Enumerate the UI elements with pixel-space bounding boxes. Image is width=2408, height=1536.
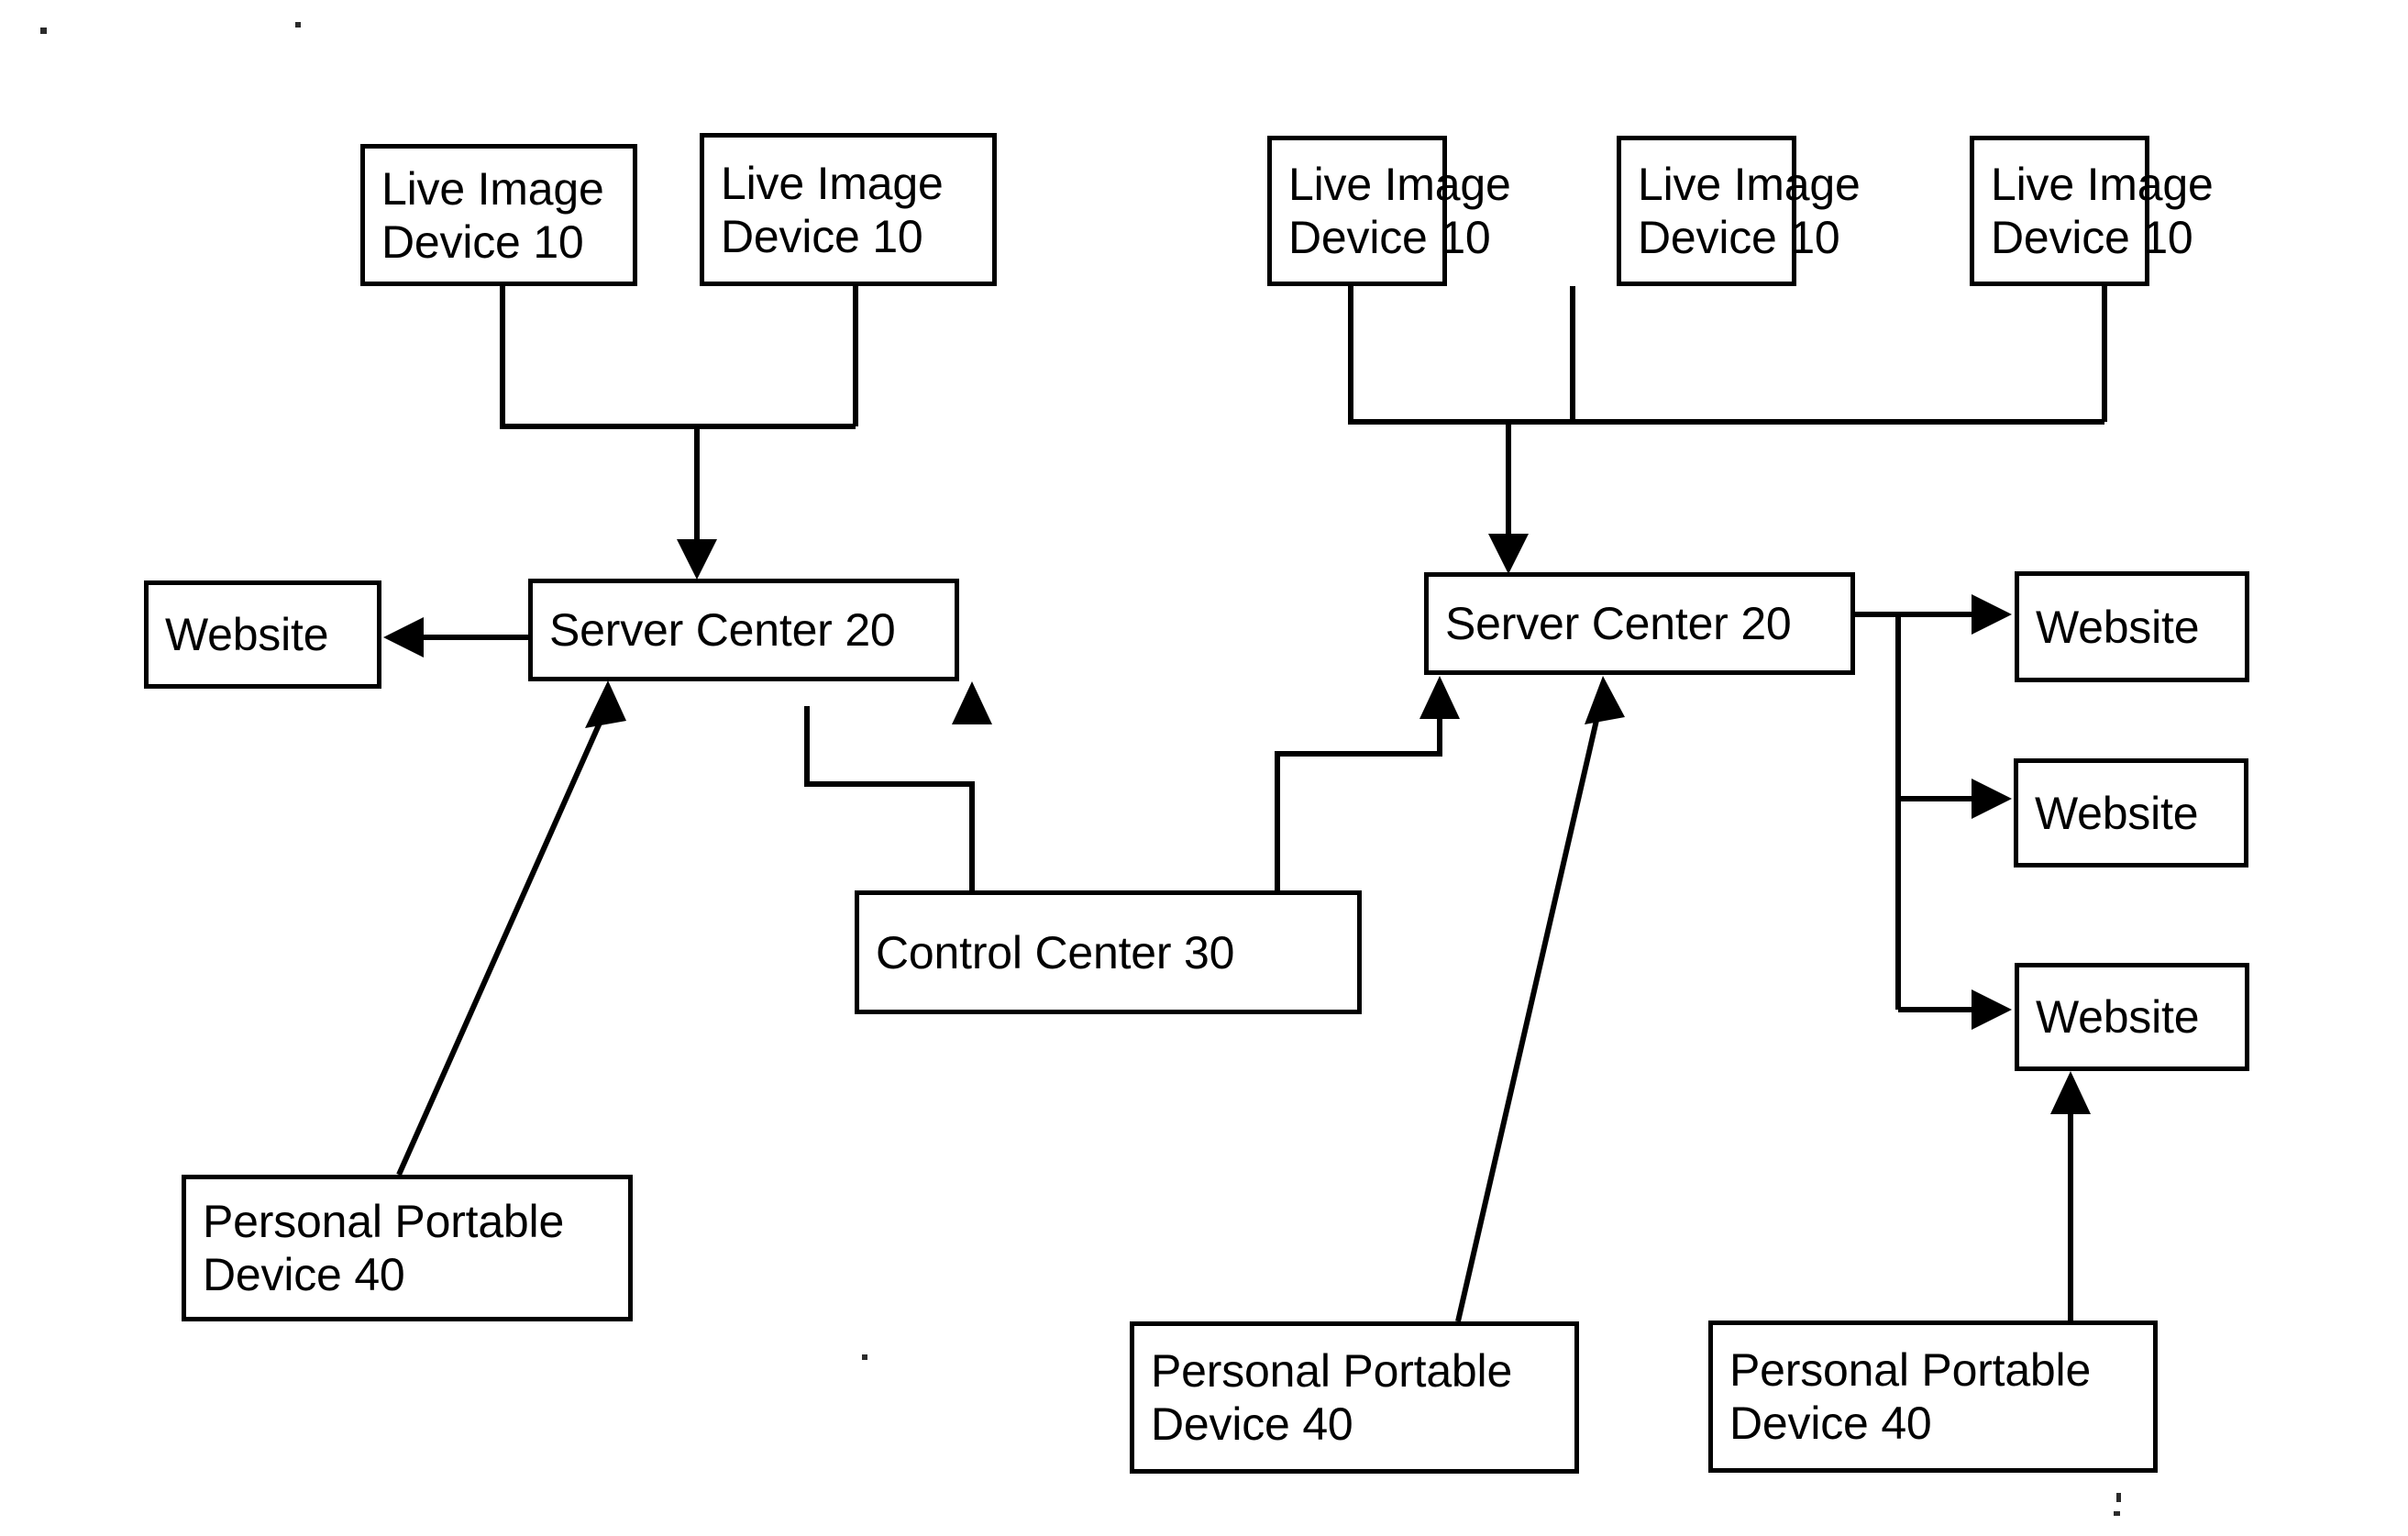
arrowhead-cc-right xyxy=(1419,676,1460,719)
arrowhead-cc-left xyxy=(952,681,992,724)
arrowhead-right-sc-in xyxy=(1488,534,1529,574)
wire-mid-ppd-sc xyxy=(1455,703,1603,1322)
personal-portable-device-box-right[interactable]: Personal Portable Device 40 xyxy=(1708,1321,2158,1473)
server-center-label: Server Center 20 xyxy=(549,604,896,656)
server-center-box-right[interactable]: Server Center 20 xyxy=(1424,572,1855,675)
wire-cc-right-sc xyxy=(1275,704,1442,892)
live-image-device-box-right-3[interactable]: Live Image Device 10 xyxy=(1970,136,2214,286)
personal-portable-device-box-left[interactable]: Personal Portable Device 40 xyxy=(182,1175,633,1321)
website-label: Website xyxy=(2036,991,2200,1043)
wire-right-lid-bus xyxy=(1348,286,2104,425)
wire-right-sc-trunk xyxy=(1855,612,1901,1010)
personal-portable-device-label-line1: Personal Portable xyxy=(203,1196,565,1247)
diagram-canvas: Live Image Device 10 Live Image Device 1… xyxy=(0,0,2408,1536)
control-center-label: Control Center 30 xyxy=(876,926,1235,978)
wire-cc-left-sc xyxy=(804,706,975,892)
live-image-device-label-line1: Live Image xyxy=(1638,159,1861,210)
live-image-device-box-left-1[interactable]: Live Image Device 10 xyxy=(360,144,637,286)
arrowhead-left-ppd xyxy=(585,680,626,728)
live-image-device-label-line2: Device 10 xyxy=(1288,212,1491,263)
arrowhead-left-website xyxy=(383,617,424,657)
arrowhead-website2 xyxy=(1972,779,2012,819)
website-label: Website xyxy=(2036,601,2200,653)
arrowhead-website3 xyxy=(1972,989,2012,1030)
website-label: Website xyxy=(2035,787,2199,839)
server-center-label: Server Center 20 xyxy=(1445,598,1792,649)
personal-portable-device-label-line2: Device 40 xyxy=(1729,1398,1932,1449)
arrowhead-mid-ppd xyxy=(1585,676,1625,724)
live-image-device-label-line2: Device 10 xyxy=(381,215,584,268)
scan-speck-bottom-right-a xyxy=(2116,1493,2121,1502)
website-box-right-3[interactable]: Website xyxy=(2015,963,2249,1071)
personal-portable-device-label-line2: Device 40 xyxy=(1151,1398,1353,1450)
live-image-device-label-line1: Live Image xyxy=(381,162,604,215)
personal-portable-device-label-line1: Personal Portable xyxy=(1151,1345,1513,1397)
live-image-device-label-line1: Live Image xyxy=(1288,159,1511,210)
live-image-device-label-line2: Device 10 xyxy=(1638,212,1840,263)
wire-left-lid1-bus xyxy=(500,286,856,429)
control-center-box[interactable]: Control Center 30 xyxy=(855,890,1362,1014)
website-box-right-1[interactable]: Website xyxy=(2015,571,2249,682)
live-image-device-label-line2: Device 10 xyxy=(1991,212,2193,263)
live-image-device-label-line1: Live Image xyxy=(1991,159,2214,210)
website-box-left[interactable]: Website xyxy=(144,580,381,689)
live-image-device-box-left-2[interactable]: Live Image Device 10 xyxy=(700,133,997,286)
live-image-device-label-line1: Live Image xyxy=(721,157,944,209)
scan-speck-top-left xyxy=(40,28,47,34)
wire-left-ppd-sc xyxy=(396,702,611,1177)
server-center-box-left[interactable]: Server Center 20 xyxy=(528,579,959,681)
live-image-device-label-line2: Device 10 xyxy=(721,210,923,262)
arrowhead-right-ppd xyxy=(2050,1071,2091,1114)
personal-portable-device-box-middle[interactable]: Personal Portable Device 40 xyxy=(1130,1321,1579,1474)
personal-portable-device-label-line1: Personal Portable xyxy=(1729,1344,2092,1396)
scan-speck-bottom-right-b xyxy=(2114,1511,2120,1516)
personal-portable-device-label-line2: Device 40 xyxy=(203,1249,405,1300)
website-label: Website xyxy=(165,609,329,660)
scan-speck-bottom-left xyxy=(862,1354,867,1360)
arrowhead-left-sc-in xyxy=(677,539,717,580)
scan-speck-top-mid xyxy=(295,22,301,28)
live-image-device-box-right-1[interactable]: Live Image Device 10 xyxy=(1267,136,1511,286)
website-box-right-2[interactable]: Website xyxy=(2014,758,2248,867)
live-image-device-box-right-2[interactable]: Live Image Device 10 xyxy=(1617,136,1861,286)
arrowhead-website1 xyxy=(1972,594,2012,635)
